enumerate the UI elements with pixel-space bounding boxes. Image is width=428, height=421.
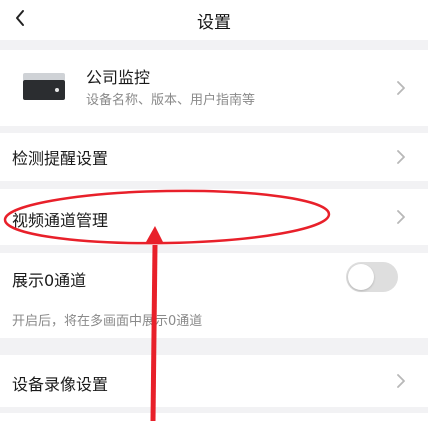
chevron-right-icon <box>397 374 405 388</box>
record-settings-label: 设备录像设置 <box>12 375 109 394</box>
device-subtitle: 设备名称、版本、用户指南等 <box>86 93 256 108</box>
nav-bar: 设置 <box>0 0 428 40</box>
chevron-right-icon <box>397 150 405 164</box>
channel-manage-row[interactable]: 视频通道管理 <box>0 189 428 245</box>
show-zero-hint: 开启后，将在多画面中展示0通道 <box>12 314 203 329</box>
next-card-edge <box>0 413 428 421</box>
device-name: 公司监控 <box>86 68 151 87</box>
nvr-device-icon <box>23 73 65 100</box>
toggle-knob <box>348 264 374 290</box>
alert-settings-label: 检测提醒设置 <box>12 149 109 168</box>
device-info-row[interactable]: 公司监控 设备名称、版本、用户指南等 <box>0 50 428 126</box>
page-title: 设置 <box>197 13 231 33</box>
record-settings-row[interactable]: 设备录像设置 <box>0 355 428 407</box>
chevron-right-icon <box>397 81 405 95</box>
chevron-right-icon <box>397 210 405 224</box>
channel-manage-label: 视频通道管理 <box>12 211 109 230</box>
alert-settings-row[interactable]: 检测提醒设置 <box>0 133 428 181</box>
show-zero-hint-area: 开启后，将在多画面中展示0通道 <box>0 301 428 338</box>
show-zero-channel-row: 展示0通道 <box>0 253 428 301</box>
show-zero-channel-label: 展示0通道 <box>12 271 87 290</box>
show-zero-channel-toggle[interactable] <box>346 262 398 292</box>
